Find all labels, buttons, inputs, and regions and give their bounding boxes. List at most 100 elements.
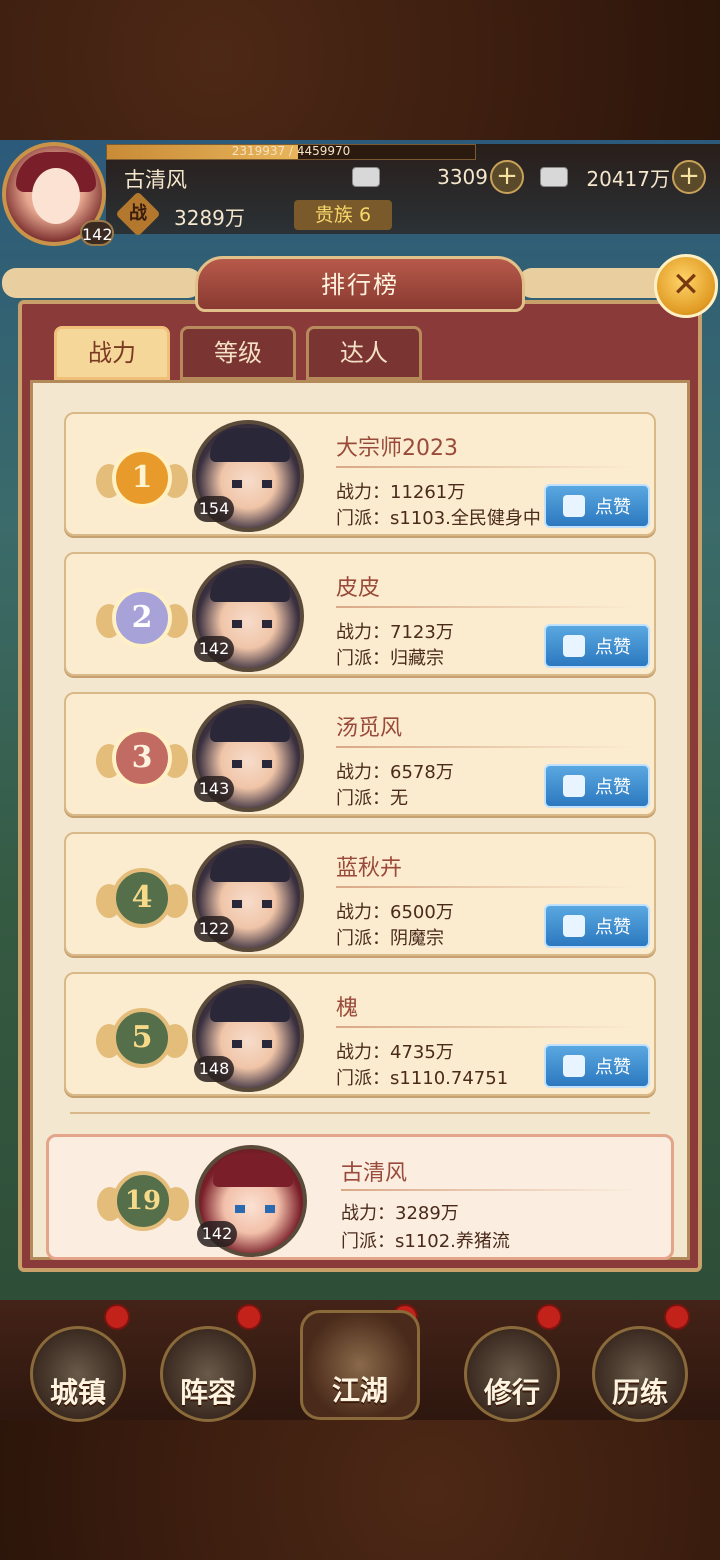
thumbs-up-icon: [563, 915, 585, 937]
rank-number: 3: [112, 728, 172, 788]
player-sect: 门派：阴魔宗: [336, 928, 444, 949]
nav-town-label: 城镇: [49, 1376, 106, 1409]
silver-ingot-value: 20417万: [586, 166, 670, 191]
avatar-level: 142: [197, 1221, 237, 1247]
add-silver-ingot-button[interactable]: +: [672, 160, 706, 194]
player-name: 蓝秋卉: [336, 856, 403, 881]
notification-dot: [664, 1304, 690, 1330]
power-icon: 战: [115, 191, 161, 237]
player-sect: 门派：s1110.74751: [336, 1068, 509, 1089]
nav-training-label: 历练: [611, 1376, 668, 1409]
nav-lineup-button[interactable]: 阵容: [160, 1326, 256, 1422]
ranking-row[interactable]: 3 143 汤觅风 战力：6578万 门派：无 点赞: [64, 692, 656, 816]
avatar-level: 142: [194, 636, 234, 662]
noble-badge[interactable]: 贵族 6: [294, 200, 392, 230]
row-divider: [341, 1189, 641, 1191]
player-power: 战力：3289万: [341, 1203, 459, 1224]
avatar-eyes: [232, 900, 272, 908]
avatar-eyes: [235, 1205, 275, 1213]
like-label: 点赞: [595, 917, 631, 938]
thumbs-up-icon: [563, 775, 585, 797]
close-button[interactable]: ✕: [654, 254, 718, 318]
nav-cultivate-label: 修行: [483, 1376, 540, 1409]
notification-dot: [536, 1304, 562, 1330]
player-sect: 门派：s1102.养猪流: [341, 1231, 510, 1252]
player-power: 战力：7123万: [336, 622, 454, 643]
row-divider: [336, 606, 636, 608]
nav-cultivate-button[interactable]: 修行: [464, 1326, 560, 1422]
player-power: 战力：4735万: [336, 1042, 454, 1063]
nav-jianghu-button[interactable]: 江湖: [300, 1310, 420, 1420]
like-button[interactable]: 点赞: [544, 624, 650, 668]
ranking-row[interactable]: 2 142 皮皮 战力：7123万 门派：归藏宗 点赞: [64, 552, 656, 676]
silver-ingot-icon: [540, 167, 568, 187]
avatar-face: [32, 168, 80, 224]
player-sect: 门派：归藏宗: [336, 648, 444, 669]
like-button[interactable]: 点赞: [544, 904, 650, 948]
player-sect: 门派：s1103.全民健身中: [336, 508, 541, 529]
player-name: 古清风: [341, 1161, 408, 1186]
player-level-badge: 142: [80, 220, 114, 246]
like-button[interactable]: 点赞: [544, 1044, 650, 1088]
tab-level[interactable]: 等级: [180, 326, 296, 380]
row-divider: [336, 1026, 636, 1028]
thumbs-up-icon: [563, 635, 585, 657]
rank-number: 1: [112, 448, 172, 508]
avatar-hair: [210, 708, 290, 742]
notification-dot: [236, 1304, 262, 1330]
nav-training-button[interactable]: 历练: [592, 1326, 688, 1422]
ranking-row[interactable]: 4 122 蓝秋卉 战力：6500万 门派：阴魔宗 点赞: [64, 832, 656, 956]
like-button[interactable]: 点赞: [544, 764, 650, 808]
gold-ingot-value: 3309: [437, 165, 488, 189]
rank-number: 5: [112, 1008, 172, 1068]
avatar-eyes: [232, 480, 272, 488]
panel-title: 排行榜: [321, 271, 399, 299]
ranking-row[interactable]: 5 148 槐 战力：4735万 门派：s1110.74751 点赞: [64, 972, 656, 1096]
player-name: 大宗师2023: [336, 436, 458, 461]
rank-medal-bronze: 3: [96, 724, 188, 794]
nav-town-button[interactable]: 城镇: [30, 1326, 126, 1422]
nav-lineup-label: 阵容: [179, 1376, 236, 1409]
bottom-background: [0, 1420, 720, 1560]
avatar-hair: [213, 1153, 293, 1187]
rank-medal-silver: 2: [96, 584, 188, 654]
title-wing-left: [2, 268, 202, 298]
like-label: 点赞: [595, 1057, 631, 1078]
list-divider: [70, 1112, 650, 1114]
player-power: 战力：6500万: [336, 902, 454, 923]
avatar-level: 154: [194, 496, 234, 522]
avatar-level: 143: [194, 776, 234, 802]
rank-number: 19: [113, 1171, 173, 1231]
rank-medal-gold: 1: [96, 444, 188, 514]
ranking-row[interactable]: 1 154 大宗师2023 战力：11261万 门派：s1103.全民健身中 点…: [64, 412, 656, 536]
self-rank-row: 19 142 古清风 战力：3289万 门派：s1102.养猪流: [46, 1134, 674, 1260]
avatar-eyes: [232, 760, 272, 768]
thumbs-up-icon: [563, 495, 585, 517]
player-power: 战力：11261万: [336, 482, 466, 503]
tab-expert[interactable]: 达人: [306, 326, 422, 380]
notification-dot: [104, 1304, 130, 1330]
add-gold-ingot-button[interactable]: +: [490, 160, 524, 194]
nav-jianghu-label: 江湖: [331, 1374, 388, 1407]
like-label: 点赞: [595, 777, 631, 798]
gold-ingot-currency: 3309 +: [352, 160, 524, 194]
rank-medal: 4: [96, 864, 188, 934]
rank-medal: 5: [96, 1004, 188, 1074]
player-power: 3289万: [174, 206, 245, 230]
thumbs-up-icon: [563, 1055, 585, 1077]
rank-medal: 19: [97, 1167, 189, 1237]
rank-number: 2: [112, 588, 172, 648]
power-icon-glyph: 战: [129, 203, 147, 224]
tab-bar: 战力 等级 达人: [54, 326, 422, 380]
avatar-level: 148: [194, 1056, 234, 1082]
player-name: 汤觅风: [336, 716, 403, 741]
exp-text: 2319937 / 4459970: [231, 144, 351, 158]
avatar-hair: [210, 428, 290, 462]
player-name: 皮皮: [336, 576, 381, 601]
like-label: 点赞: [595, 637, 631, 658]
avatar-level: 122: [194, 916, 234, 942]
avatar-eyes: [232, 1040, 272, 1048]
like-button[interactable]: 点赞: [544, 484, 650, 528]
row-divider: [336, 466, 636, 468]
tab-power[interactable]: 战力: [54, 326, 170, 380]
